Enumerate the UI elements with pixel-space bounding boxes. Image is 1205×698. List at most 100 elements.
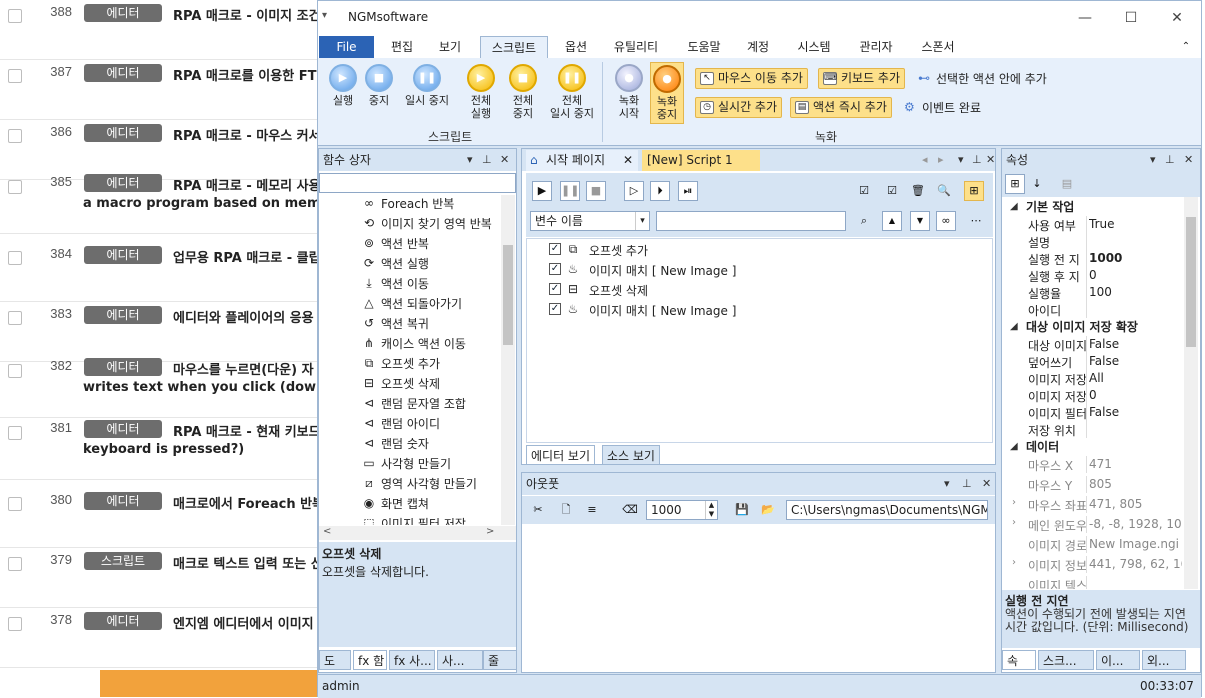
add-in-selected-button[interactable]: ⊷ 선택한 액션 안에 추가 [916, 70, 1047, 87]
toolbox-item[interactable]: ▭ 사각형 만들기 [359, 455, 451, 472]
property-value[interactable]: 805 [1089, 477, 1182, 491]
post-subtitle[interactable]: writes text when you click (down) t [83, 380, 342, 395]
post-row[interactable]: 382 에디터 마우스를 누르면(다운) 자 writes text when you… [0, 356, 342, 418]
sort-az-icon[interactable]: ↓ [1027, 174, 1047, 194]
property-value[interactable]: New Image.ngi [1089, 537, 1182, 551]
row-checkbox[interactable] [8, 129, 22, 143]
toolbox-item[interactable]: ∞ Foreach 반복 [359, 195, 454, 212]
toolbox-bottom-tab[interactable]: 줄 [483, 650, 517, 670]
tab-admin[interactable]: 관리자 [850, 36, 902, 58]
run-icon[interactable]: ▶ [532, 181, 552, 201]
check-selected-icon[interactable]: ☑ [882, 181, 902, 201]
maximize-button[interactable]: ☐ [1111, 7, 1151, 29]
tab-next-icon[interactable]: ▸ [938, 149, 944, 171]
property-row[interactable]: 이미지 저장 0 [1002, 387, 1200, 404]
toolbox-scrollbar[interactable] [501, 195, 515, 525]
step-icon[interactable]: ▷ [624, 181, 644, 201]
row-checkbox[interactable] [8, 251, 22, 265]
post-subtitle[interactable]: keyboard is pressed?) [83, 442, 244, 457]
delete-icon[interactable]: 🗑 [908, 181, 928, 201]
tab-file[interactable]: File [319, 36, 374, 58]
loop-icon[interactable]: ∞ [936, 211, 956, 231]
stop-button[interactable]: ■ 중지 [362, 64, 396, 107]
toolbox-hscroll[interactable]: < > [319, 526, 516, 540]
property-row[interactable]: 설명 [1002, 233, 1200, 250]
property-value[interactable]: 441, 798, 62, 16 [1089, 557, 1182, 571]
list-icon[interactable]: ≡ [582, 500, 602, 520]
action-checkbox[interactable]: ✓ [549, 303, 561, 315]
toolbox-item[interactable]: ⧉ 오프셋 추가 [359, 355, 440, 372]
post-title[interactable]: 매크로에서 Foreach 반복 [173, 493, 324, 512]
tab-prev-icon[interactable]: ◂ [922, 149, 928, 171]
toolbox-close-icon[interactable]: ✕ [500, 149, 509, 171]
property-value[interactable]: False [1089, 337, 1182, 351]
toolbox-search-input[interactable] [319, 173, 516, 193]
property-row[interactable]: › 메인 윈도우-8, -8, 1928, 1048 [1002, 516, 1200, 533]
property-category[interactable]: ◢ 대상 이미지 저장 확장 [1002, 318, 1200, 336]
toolbox-bottom-tab[interactable]: fx 함 [353, 650, 387, 670]
properties-bottom-tab[interactable]: 외... [1142, 650, 1186, 670]
property-row[interactable]: 이미지 저장 All [1002, 370, 1200, 387]
tab-start-page[interactable]: ⌂ 시작 페이지 ✕ [526, 150, 638, 171]
auto-scroll-icon[interactable]: ✂ [528, 500, 548, 520]
tab-utility[interactable]: 유틸리티 [604, 36, 668, 58]
post-row[interactable]: 378 에디터 엔지엠 에디터에서 이미지 [0, 610, 330, 668]
property-row[interactable]: 대상 이미지 False [1002, 336, 1200, 353]
minimize-button[interactable]: — [1065, 7, 1105, 29]
script-action-item[interactable]: ✓ ♨ 이미지 매치 [ New Image ] [549, 262, 736, 279]
toolbox-pin-icon[interactable]: ⊥ [482, 149, 492, 171]
toolbox-item[interactable]: △ 액션 되돌아가기 [359, 295, 462, 312]
more-icon[interactable]: ⋯ [966, 211, 986, 231]
output-pin-icon[interactable]: ⊥ [962, 473, 972, 495]
post-title[interactable]: RPA 매크로 - 현재 키보드 [173, 421, 321, 440]
property-row[interactable]: 마우스 X 471 [1002, 456, 1200, 473]
post-title[interactable]: 에디터와 플레이어의 응용 [173, 307, 314, 326]
post-row[interactable]: 388 에디터 RPA 매크로 - 이미지 조건 [0, 2, 330, 60]
search-icon[interactable]: ⌕ [854, 211, 874, 231]
property-row[interactable]: 덮어쓰기 False [1002, 353, 1200, 370]
move-up-icon[interactable]: ▲ [882, 211, 902, 231]
post-row[interactable]: 380 에디터 매크로에서 Foreach 반복 [0, 490, 330, 548]
variable-dropdown-icon[interactable]: ▾ [635, 212, 649, 230]
output-dropdown-icon[interactable]: ▾ [944, 473, 950, 495]
tab-options[interactable]: 옵션 [556, 36, 596, 58]
tab-edit[interactable]: 편집 [382, 36, 422, 58]
post-title[interactable]: RPA 매크로 - 이미지 조건 [173, 5, 321, 24]
expand-icon[interactable]: › [1012, 557, 1016, 568]
editor-close-icon[interactable]: ✕ [986, 149, 995, 171]
property-value[interactable]: All [1089, 371, 1182, 385]
toolbox-dropdown-icon[interactable]: ▾ [467, 149, 473, 171]
log-file-icon[interactable]: 🗋 [556, 500, 576, 520]
action-checkbox[interactable]: ✓ [549, 283, 561, 295]
action-checkbox[interactable]: ✓ [549, 263, 561, 275]
tab-script[interactable]: 스크립트 [480, 36, 548, 58]
toolbox-item[interactable]: ⤓ 액션 이동 [359, 275, 429, 292]
property-row[interactable]: 사용 여부 True [1002, 216, 1200, 233]
tab-list-icon[interactable]: ▾ [958, 149, 964, 171]
property-value[interactable]: 471, 805 [1089, 497, 1182, 511]
output-close-icon[interactable]: ✕ [982, 473, 991, 495]
script-action-item[interactable]: ✓ ♨ 이미지 매치 [ New Image ] [549, 302, 736, 319]
record-start-button[interactable]: ● 녹화 시작 [612, 64, 646, 120]
tab-account[interactable]: 계정 [738, 36, 778, 58]
pause-icon[interactable]: ❚❚ [560, 181, 580, 201]
post-row[interactable]: 379 스크립트 매크로 텍스트 입력 또는 신 [0, 550, 330, 608]
toolbox-item[interactable]: ⬚ 이미지 필터 저장 [359, 515, 466, 525]
properties-scrollbar[interactable] [1184, 197, 1198, 589]
toolbox-item[interactable]: ⟳ 액션 실행 [359, 255, 429, 272]
check-all-icon[interactable]: ☑ [854, 181, 874, 201]
post-title[interactable]: 업무용 RPA 매크로 - 클립 [173, 247, 321, 266]
properties-close-icon[interactable]: ✕ [1184, 149, 1193, 171]
tree-view-icon[interactable]: ⊞ [964, 181, 984, 201]
row-checkbox[interactable] [8, 364, 22, 378]
post-title[interactable]: 매크로 텍스트 입력 또는 신 [173, 553, 323, 572]
expand-icon[interactable]: › [1012, 497, 1016, 508]
property-row[interactable]: 아이디 [1002, 301, 1200, 318]
tab-editor-view[interactable]: 에디터 보기 [526, 445, 596, 465]
post-row[interactable]: 383 에디터 에디터와 플레이어의 응용 [0, 304, 330, 362]
add-mouse-move-button[interactable]: ↖ 마우스 이동 추가 [695, 68, 808, 89]
post-row[interactable]: 387 에디터 RPA 매크로를 이용한 FTI [0, 62, 330, 120]
post-subtitle[interactable]: a macro program based on memory [83, 196, 344, 211]
eraser-icon[interactable]: ⌫ [620, 500, 640, 520]
tab-source-view[interactable]: 소스 보기 [602, 445, 660, 465]
